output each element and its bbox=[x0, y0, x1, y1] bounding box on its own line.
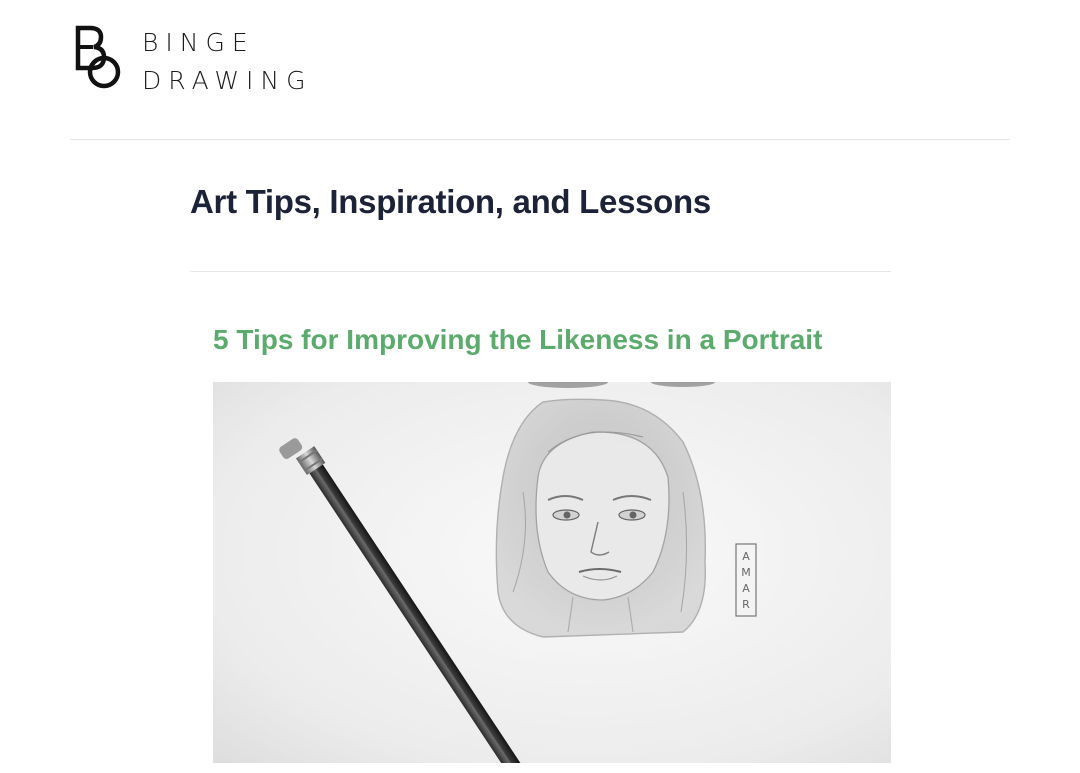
pencil-portrait-sketch-image: A M A R bbox=[213, 382, 891, 763]
svg-text:R: R bbox=[742, 598, 750, 611]
portrait-sketch-icon bbox=[495, 398, 707, 638]
page: BINGE DRAWING Art Tips, Inspiration, and… bbox=[0, 0, 1080, 773]
svg-text:M: M bbox=[741, 566, 751, 579]
content-divider bbox=[190, 271, 891, 272]
svg-text:A: A bbox=[742, 550, 750, 563]
site-name-line2: DRAWING bbox=[142, 66, 313, 95]
post-title-link[interactable]: 5 Tips for Improving the Likeness in a P… bbox=[213, 324, 822, 356]
svg-text:A: A bbox=[742, 582, 750, 595]
post-featured-image[interactable]: A M A R bbox=[213, 382, 891, 763]
header-divider bbox=[70, 139, 1010, 140]
site-name-line1: BINGE bbox=[142, 28, 255, 57]
site-header: BINGE DRAWING bbox=[0, 0, 1080, 140]
site-logo-link[interactable]: BINGE DRAWING bbox=[70, 22, 330, 102]
bo-logo-icon bbox=[75, 25, 121, 89]
archive-title: Art Tips, Inspiration, and Lessons bbox=[190, 183, 711, 220]
